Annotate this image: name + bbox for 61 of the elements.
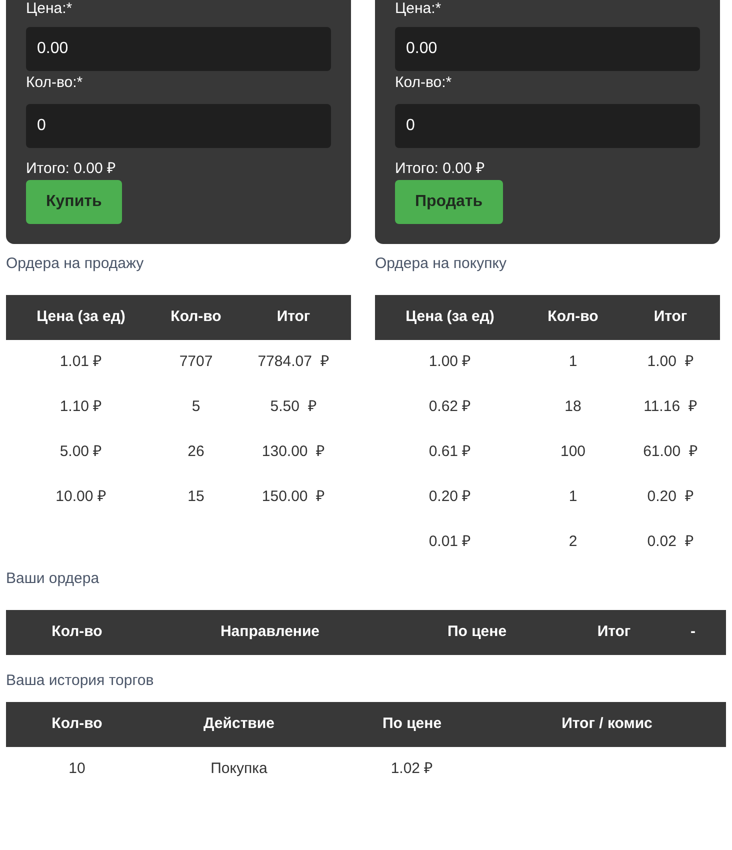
column-header: Действие: [202, 714, 276, 734]
submit-button[interactable]: Купить: [26, 180, 122, 224]
table-cell-text: 1.10 ₽: [58, 397, 104, 418]
field-label: Цена:*: [395, 0, 442, 19]
table-cell-text: 0.61 ₽: [428, 442, 472, 462]
table-cell-text: 0.01 ₽: [428, 532, 472, 552]
table-cell-text: 100: [559, 442, 587, 462]
column-header: Направление: [219, 622, 321, 642]
input-field[interactable]: 0: [26, 104, 331, 148]
column-header: По цене: [381, 714, 443, 734]
section-title: Ордера на покупку: [375, 254, 508, 274]
column-header: Итог: [596, 622, 632, 642]
section-title: Ваша история торгов: [5, 671, 155, 691]
table-cell-text: Покупка: [210, 759, 268, 780]
field-label: Кол-во:*: [26, 73, 84, 93]
submit-button[interactable]: Продать: [395, 180, 503, 224]
input-field[interactable]: 0.00: [395, 27, 700, 71]
table-cell-text: 5.00 ₽: [58, 442, 104, 462]
table-cell-text: 61.00 ₽: [642, 442, 699, 462]
input-field[interactable]: 0: [395, 104, 700, 148]
total-text: Итого: 0.00 ₽: [395, 159, 486, 179]
column-header: Итог / комис: [560, 714, 654, 734]
table-cell-text: 150.00 ₽: [260, 487, 326, 508]
table-cell-text: 26: [186, 442, 206, 462]
column-header: -: [690, 622, 696, 642]
table-cell-text: 0.62 ₽: [428, 397, 472, 418]
input-field[interactable]: 0.00: [26, 27, 331, 71]
column-header: Цена (за ед): [404, 307, 496, 328]
table-cell-text: 5: [190, 397, 202, 418]
field-label: Кол-во:*: [395, 73, 453, 93]
table-cell-text: 0.02 ₽: [646, 532, 695, 552]
table-cell-text: 1.02 ₽: [390, 759, 434, 780]
table-cell-text: 10: [68, 759, 86, 780]
table-cell-text: 1: [568, 487, 578, 508]
table-cell-text: 0.20 ₽: [646, 487, 695, 508]
section-title: Ордера на продажу: [6, 254, 145, 274]
table-cell-text: 15: [186, 487, 206, 508]
field-label: Цена:*: [26, 0, 74, 19]
table-cell-text: 1.01 ₽: [58, 352, 104, 372]
table-cell-text: 0.20 ₽: [428, 487, 472, 508]
column-header: Кол-во: [546, 307, 600, 328]
table-cell-text: 130.00 ₽: [260, 442, 326, 462]
column-header: Кол-во: [50, 714, 104, 734]
table-cell-text: 1.00 ₽: [428, 352, 472, 372]
table-cell-text: 1.00 ₽: [646, 352, 695, 372]
column-header: Итог: [276, 307, 312, 328]
section-title: Ваши ордера: [5, 569, 100, 589]
table-cell-text: 11.16 ₽: [642, 397, 698, 418]
table-cell-text: 10.00 ₽: [54, 487, 108, 508]
table-cell-text: 5.50 ₽: [269, 397, 318, 418]
column-header: Кол-во: [170, 307, 222, 328]
total-text: Итого: 0.00 ₽: [26, 159, 118, 179]
table-cell-text: 7707: [178, 352, 214, 372]
table-cell-text: 7784.07 ₽: [256, 352, 330, 372]
table-cell-text: 1: [568, 352, 578, 372]
column-header: По цене: [446, 622, 508, 642]
column-header: Кол-во: [50, 622, 104, 642]
column-header: Итог: [652, 307, 688, 328]
column-header: Цена (за ед): [36, 307, 126, 328]
table-cell-text: 2: [568, 532, 578, 552]
table-cell-text: 18: [564, 397, 582, 418]
